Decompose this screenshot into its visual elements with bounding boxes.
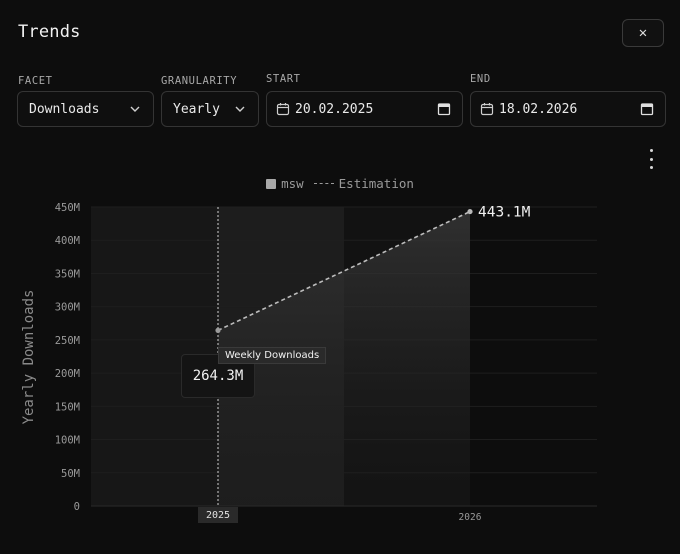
x-tick-active: 2025 xyxy=(198,507,238,523)
data-point-2026[interactable] xyxy=(467,208,473,215)
y-tick-label: 400M xyxy=(55,235,80,247)
data-point-2025[interactable] xyxy=(215,327,221,333)
y-tick-label: 200M xyxy=(55,368,80,380)
y-tick-label: 450M xyxy=(55,202,80,214)
y-axis-title: Yearly Downloads xyxy=(21,290,37,425)
y-tick-label: 0 xyxy=(74,501,80,513)
data-label-2026: 443.1M xyxy=(478,205,531,221)
y-tick-label: 150M xyxy=(55,401,80,413)
x-tick-label: 2026 xyxy=(459,512,482,523)
y-tick-label: 100M xyxy=(55,435,80,447)
trend-chart[interactable]: 0 50M 100M 150M 200M 250M 300M 350M 400M 450M 443.… xyxy=(0,0,680,554)
y-tick-label: 350M xyxy=(55,268,80,280)
y-tick-label: 50M xyxy=(61,468,80,480)
y-tick-label: 300M xyxy=(55,302,80,314)
tooltip-series-label: Weekly Downloads xyxy=(218,347,327,364)
y-tick-label: 250M xyxy=(55,335,80,347)
